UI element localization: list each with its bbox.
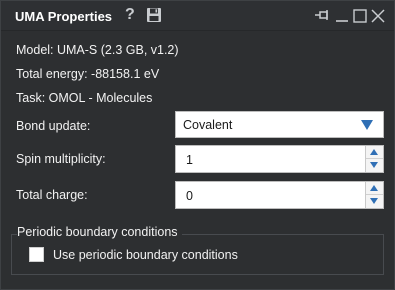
minimize-icon[interactable] [334, 8, 350, 24]
total-charge-value[interactable]: 0 [186, 189, 193, 203]
total-energy-info: Total energy: -88158.1 eV [16, 67, 160, 81]
spin-multiplicity-value[interactable]: 1 [186, 153, 193, 167]
periodic-checkbox-label[interactable]: Use periodic boundary conditions [53, 248, 238, 262]
bond-update-select[interactable]: Covalent [175, 111, 384, 138]
bond-update-label: Bond update: [16, 119, 91, 133]
total-charge-stepper[interactable]: 0 [175, 181, 384, 209]
spin-up-icon[interactable] [366, 182, 383, 195]
uma-properties-window: UMA Properties ? Model: UMA-S (2.3 GB, v… [0, 0, 395, 290]
pin-icon[interactable] [314, 8, 330, 24]
task-info: Task: OMOL - Molecules [16, 91, 153, 105]
maximize-icon[interactable] [352, 8, 368, 24]
spin-buttons [365, 146, 383, 172]
spin-down-icon[interactable] [366, 195, 383, 208]
charge-buttons [365, 182, 383, 208]
spin-multiplicity-stepper[interactable]: 1 [175, 145, 384, 173]
spin-down-icon[interactable] [366, 159, 383, 172]
spin-up-icon[interactable] [366, 146, 383, 159]
window-title: UMA Properties [15, 9, 113, 24]
close-icon[interactable] [370, 8, 386, 24]
save-icon[interactable] [146, 7, 164, 25]
bond-update-value: Covalent [183, 118, 233, 132]
spin-multiplicity-label: Spin multiplicity: [16, 152, 106, 166]
help-icon[interactable]: ? [125, 6, 143, 24]
chevron-down-icon[interactable] [361, 120, 373, 130]
title-bar[interactable]: UMA Properties ? [1, 1, 394, 31]
periodic-checkbox[interactable] [29, 247, 44, 262]
model-info: Model: UMA-S (2.3 GB, v1.2) [16, 43, 179, 57]
periodic-group-title: Periodic boundary conditions [17, 225, 182, 239]
total-charge-label: Total charge: [16, 188, 88, 202]
